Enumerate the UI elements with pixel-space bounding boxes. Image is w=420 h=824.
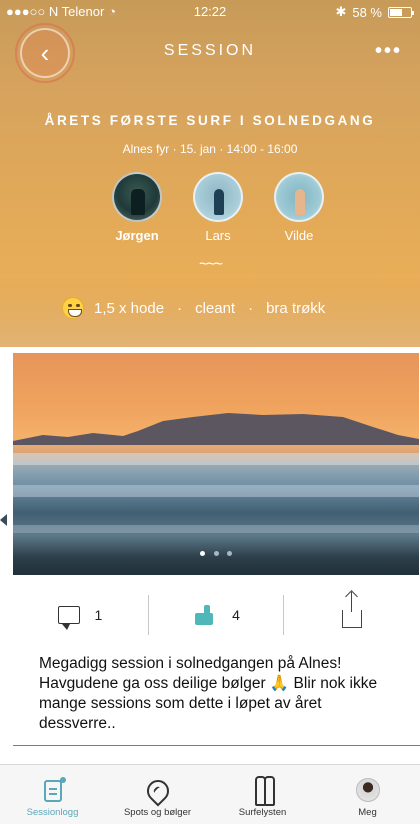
location-pin-icon <box>141 775 174 807</box>
tab-spots[interactable]: Spots og bølger <box>105 765 210 824</box>
session-photo[interactable] <box>13 353 419 575</box>
divider <box>13 745 420 746</box>
condition-power: bra trøkk <box>266 299 326 317</box>
avatar[interactable] <box>112 172 162 222</box>
session-title: ÅRETS FØRSTE SURF I SOLNEDGANG <box>44 113 376 128</box>
comment-count: 1 <box>94 607 103 623</box>
tab-surfelysten[interactable]: Surfelysten <box>210 765 315 824</box>
wave-line <box>13 485 419 497</box>
more-options-button[interactable]: ••• <box>375 40 402 63</box>
tab-label: Sessionlogg <box>26 807 79 818</box>
wave-line <box>13 525 419 533</box>
wave-icon: ~~~ <box>198 256 223 273</box>
avatar[interactable] <box>274 172 324 222</box>
condition-size: 1,5 x hode <box>94 299 165 317</box>
pager-dot[interactable] <box>213 551 219 556</box>
surfboard-icon <box>253 776 275 806</box>
bluetooth-icon: ✱ <box>335 4 347 19</box>
pager-dot[interactable] <box>200 551 206 556</box>
smiley-icon <box>62 297 84 319</box>
mountain-silhouette <box>13 413 419 445</box>
pager-dot[interactable] <box>226 551 232 556</box>
comments-button[interactable]: 1 <box>13 590 148 640</box>
participant-name: Lars <box>205 228 231 243</box>
tab-meg[interactable]: Meg <box>315 765 420 824</box>
action-bar: 1 4 <box>13 590 419 640</box>
battery-icon <box>388 6 414 18</box>
left-edge-marker <box>0 514 7 526</box>
participants-list: Jørgen Lars Vilde <box>108 172 328 243</box>
participant-lars[interactable]: Lars <box>189 172 247 243</box>
share-icon <box>341 592 362 628</box>
session-meta: Alnes fyr · 15. jan · 14:00 - 16:00 <box>122 142 298 156</box>
separator: · <box>248 299 254 317</box>
tab-label: Meg <box>358 807 377 818</box>
tab-label: Surfelysten <box>238 807 287 818</box>
session-description: Megadigg session i solnedgangen på Alnes… <box>39 655 378 732</box>
tab-bar: Sessionlogg Spots og bølger Surfelysten … <box>0 764 420 824</box>
separator: · <box>177 299 183 317</box>
tab-sessionlogg[interactable]: Sessionlogg <box>0 765 105 824</box>
share-button[interactable] <box>284 590 419 640</box>
tab-label: Spots og bølger <box>123 807 192 818</box>
like-button[interactable]: 4 <box>149 590 284 640</box>
avatar-icon <box>355 778 380 802</box>
avatar[interactable] <box>193 172 243 222</box>
participant-vilde[interactable]: Vilde <box>270 172 328 243</box>
photo-pager[interactable] <box>13 543 419 561</box>
participant-jorgen[interactable]: Jørgen <box>108 172 166 243</box>
comment-icon <box>58 606 81 630</box>
shaka-icon <box>192 605 218 625</box>
participant-name: Jørgen <box>115 228 159 243</box>
participant-name: Vilde <box>284 228 314 243</box>
condition-quality: cleant <box>195 299 236 317</box>
session-header: ●●●○○ N Telenor ◔ 12:22 ✱ 58 % ‹ SESSION… <box>0 0 420 347</box>
wave-line <box>13 453 419 465</box>
surf-conditions: 1,5 x hode · cleant · bra trøkk <box>62 297 382 319</box>
like-count: 4 <box>232 607 240 623</box>
page-title: SESSION <box>163 42 257 59</box>
log-icon <box>43 777 66 802</box>
battery-percent: 58 % <box>352 4 382 20</box>
status-bar: ●●●○○ N Telenor ◔ 12:22 ✱ 58 % <box>0 0 420 22</box>
